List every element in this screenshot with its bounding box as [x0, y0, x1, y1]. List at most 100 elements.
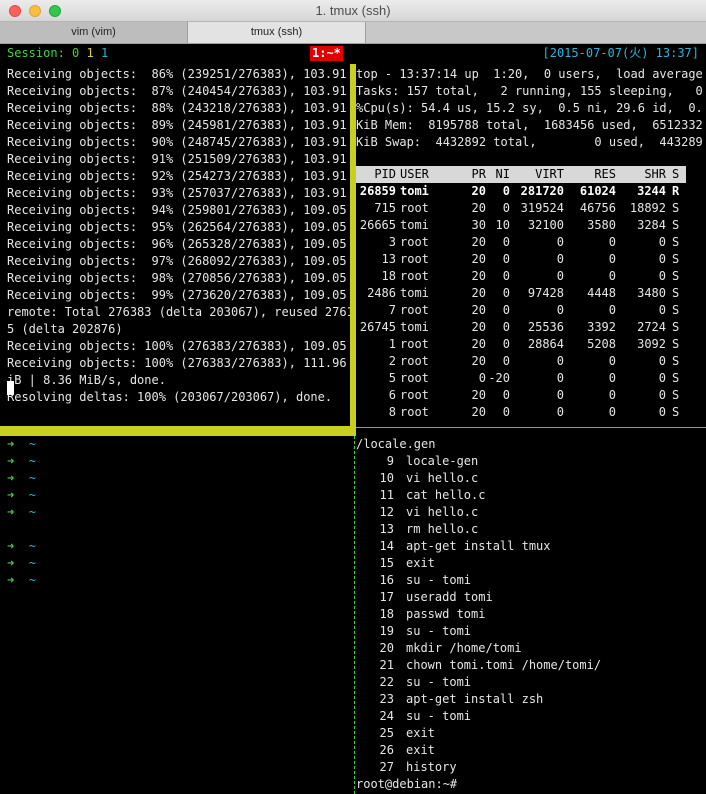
process-cell: S [672, 337, 680, 351]
terminal-window: 1. tmux (ssh) vim (vim) tmux (ssh) Sessi… [0, 0, 706, 794]
process-cell: 20 [471, 235, 486, 249]
history-command: chown tomi.tomi /home/tomi/ [406, 658, 602, 672]
prompt-dir: ~ [28, 539, 36, 553]
process-cell: 0 [502, 235, 510, 249]
process-row: 1 root 20 0 28864 5208 3092 S [356, 336, 702, 353]
output-line: Receiving objects: 93% (257037/276383), … [7, 186, 350, 200]
zsh-prompt: ➜ ~ [7, 453, 36, 470]
process-cell: 46756 [579, 201, 616, 215]
history-command: mkdir /home/tomi [406, 641, 522, 655]
output-line: Resolving deltas: 100% (203067/203067), … [7, 390, 333, 404]
process-cell: 0 [658, 371, 666, 385]
history-number: 14 [379, 539, 394, 553]
process-cell: S [672, 252, 680, 266]
top-summary-line: KiB Mem: 8195788 total, 1683456 used, 65… [356, 118, 702, 132]
process-cell: 3392 [587, 320, 616, 334]
process-cell: 319524 [520, 201, 564, 215]
tab-tmux[interactable]: tmux (ssh) [188, 22, 366, 43]
process-cell: 0 [658, 252, 666, 266]
history-number: 22 [379, 675, 394, 689]
output-line: remote: Total 276383 (delta 203067), reu… [7, 305, 350, 319]
history-command: exit [406, 556, 435, 570]
column-header-virt: VIRT [535, 167, 564, 181]
process-cell: 18892 [629, 201, 666, 215]
process-row: 18 root 20 0 0 0 0 S [356, 268, 702, 285]
process-cell: 0 [502, 320, 510, 334]
active-pane-border-bottom [0, 426, 356, 436]
process-cell: 0 [502, 405, 510, 419]
zsh-prompt: ➜ ~ [7, 487, 36, 504]
tmux-datetime: [2015-07-07(火) 13:37] [542, 46, 700, 60]
column-header-shr: SHR [644, 167, 666, 181]
process-cell: 0 [556, 235, 564, 249]
process-cell: 281720 [520, 184, 564, 198]
process-cell: 0 [658, 354, 666, 368]
process-cell: S [672, 354, 680, 368]
process-cell: S [672, 320, 680, 334]
output-line: Receiving objects: 94% (259801/276383), … [7, 203, 350, 217]
process-cell: 25536 [527, 320, 564, 334]
top-summary-line: %Cpu(s): 54.4 us, 15.2 sy, 0.5 ni, 29.6 … [356, 101, 702, 115]
process-cell: 0 [556, 405, 564, 419]
process-cell: 0 [502, 184, 510, 198]
process-cell: 10 [495, 218, 510, 232]
process-cell: 0 [502, 286, 510, 300]
process-cell: root [400, 201, 429, 215]
process-cell: S [672, 235, 680, 249]
column-header-ni: NI [495, 167, 510, 181]
pane-zsh[interactable]: ➜ ~ ➜ ~ ➜ ~ ➜ ~ ➜ ~ ➜ ~ ➜ ~ ➜ ~ [0, 436, 350, 794]
tab-bar: vim (vim) tmux (ssh) [0, 22, 706, 44]
process-cell: 5 [388, 371, 396, 385]
process-cell: 0 [502, 337, 510, 351]
top-summary-line: Tasks: 157 total, 2 running, 155 sleepin… [356, 84, 702, 98]
pane-history[interactable]: /locale.gen 9 locale-gen 10 vi hello.c 11 cat … [354, 436, 706, 794]
tmux-active-window[interactable]: 1:~* [310, 46, 343, 61]
history-number: 23 [379, 692, 394, 706]
process-row: 13 root 20 0 0 0 0 S [356, 251, 702, 268]
history-command: su - tomi [406, 709, 472, 723]
history-command: su - tomi [406, 573, 472, 587]
process-cell: 20 [471, 320, 486, 334]
process-cell: tomi [400, 184, 429, 198]
process-cell: S [672, 218, 680, 232]
process-cell: 0 [658, 269, 666, 283]
history-number: 15 [379, 556, 394, 570]
pane-git-clone[interactable]: Receiving objects: 86% (239251/276383), … [0, 66, 350, 432]
history-number: 26 [379, 743, 394, 757]
prompt-arrow-icon: ➜ [7, 471, 15, 485]
prompt-dir: ~ [28, 471, 36, 485]
history-number: 24 [379, 709, 394, 723]
process-cell: root [400, 252, 429, 266]
process-cell: root [400, 337, 429, 351]
history-number: 20 [379, 641, 394, 655]
process-cell: 0 [502, 303, 510, 317]
pane-top-monitor[interactable]: top - 13:37:14 up 1:20, 0 users, load av… [356, 66, 702, 426]
top-summary-line: top - 13:37:14 up 1:20, 0 users, load av… [356, 67, 702, 81]
terminal-cursor [7, 381, 14, 395]
process-cell: 20 [471, 388, 486, 402]
process-cell: 20 [471, 269, 486, 283]
process-cell: 6 [388, 388, 396, 402]
tab-vim[interactable]: vim (vim) [0, 22, 188, 43]
process-cell: 0 [502, 388, 510, 402]
window-title: 1. tmux (ssh) [315, 3, 391, 18]
process-cell: 0 [608, 303, 616, 317]
process-cell: 4448 [587, 286, 616, 300]
zsh-prompt: ➜ ~ [7, 470, 36, 487]
process-cell: S [672, 303, 680, 317]
history-command: exit [406, 743, 435, 757]
output-line: iB | 8.36 MiB/s, done. [7, 373, 166, 387]
history-number: 27 [379, 760, 394, 774]
process-row: 2486 tomi 20 0 97428 4448 3480 S [356, 285, 702, 302]
process-cell: 3580 [587, 218, 616, 232]
process-row: 715 root 20 0 319524 46756 18892 S [356, 200, 702, 217]
process-cell: root [400, 235, 429, 249]
process-cell: root [400, 405, 429, 419]
process-cell: 0 [556, 354, 564, 368]
terminal-area[interactable]: Session: 0 1 1 1:~* [2015-07-07(火) 13:37… [0, 44, 706, 794]
process-cell: S [672, 388, 680, 402]
process-cell: 0 [556, 388, 564, 402]
process-cell: 0 [502, 252, 510, 266]
output-line: 5 (delta 202876) [7, 322, 123, 336]
history-command: exit [406, 726, 435, 740]
